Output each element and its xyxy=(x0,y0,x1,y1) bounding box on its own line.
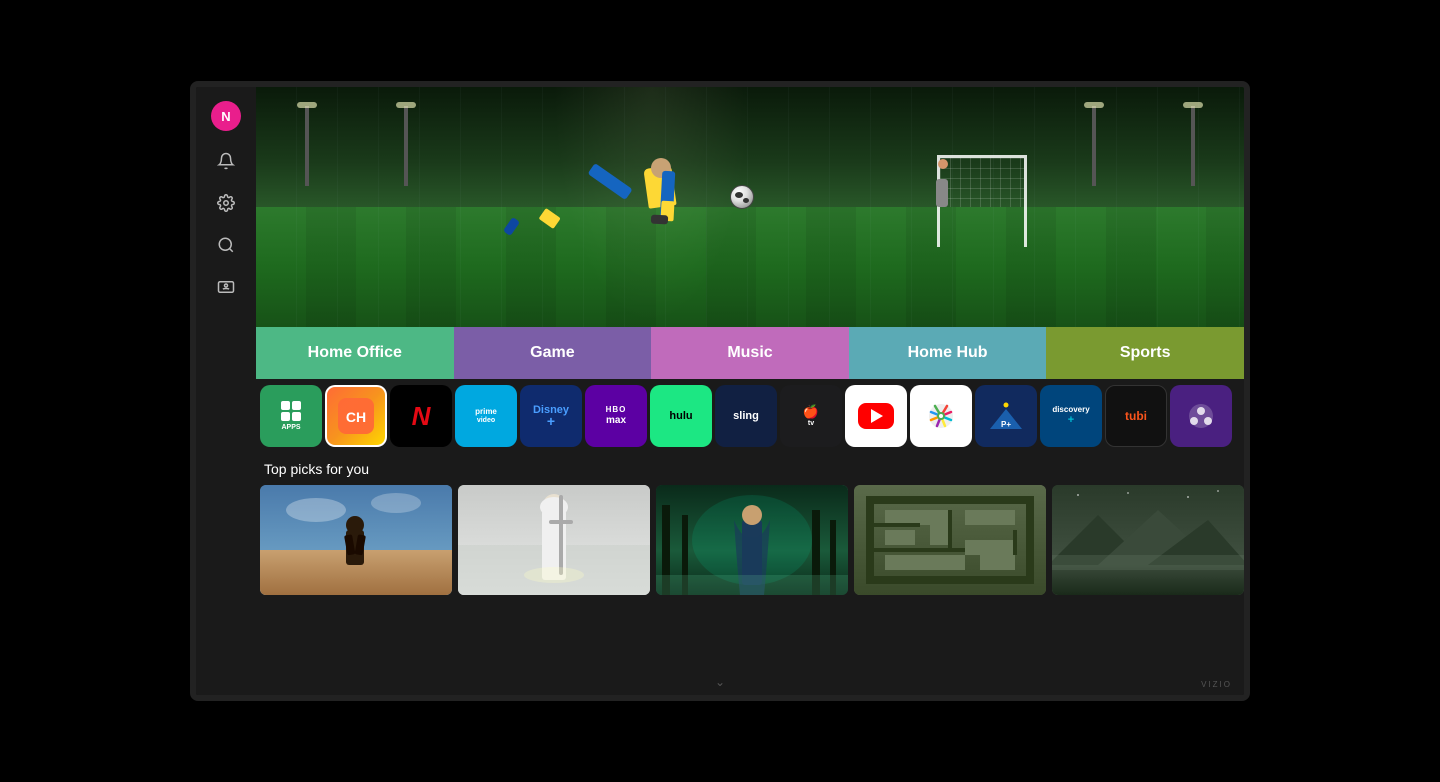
goal-post-left xyxy=(937,207,940,247)
app-tubi[interactable]: tubi xyxy=(1105,385,1167,447)
tab-home-office[interactable]: Home Office xyxy=(256,327,454,379)
gk-body xyxy=(936,179,948,207)
app-prime-video[interactable]: prime video xyxy=(455,385,517,447)
user-avatar[interactable]: N xyxy=(211,101,241,131)
hero-banner xyxy=(256,87,1244,327)
apps-row: APPS CH N prime xyxy=(256,379,1244,453)
app-all-apps[interactable]: APPS xyxy=(260,385,322,447)
stadium-light-4 xyxy=(1092,106,1096,186)
app-discovery-plus[interactable]: discovery + xyxy=(1040,385,1102,447)
app-netflix[interactable]: N xyxy=(390,385,452,447)
top-picks-label: Top picks for you xyxy=(260,461,1244,477)
goal-net xyxy=(940,158,1024,207)
peacock-icon xyxy=(921,396,961,436)
youtube-play-icon xyxy=(858,403,894,429)
goal-frame xyxy=(937,155,1027,207)
top-pick-4[interactable] xyxy=(854,485,1046,595)
extra-app-icon xyxy=(1186,401,1216,431)
ball-visual xyxy=(730,185,754,209)
app-disney-plus[interactable]: Disney + xyxy=(520,385,582,447)
top-pick-3[interactable] xyxy=(656,485,848,595)
top-picks-row xyxy=(260,485,1244,595)
stadium-light-1 xyxy=(305,106,309,186)
tab-music[interactable]: Music xyxy=(651,327,849,379)
id-card-icon[interactable] xyxy=(214,275,238,299)
search-icon[interactable] xyxy=(214,233,238,257)
field-stripes xyxy=(256,207,1244,327)
svg-text:P+: P+ xyxy=(1001,420,1011,429)
category-tabs: Home Office Game Music Home Hub Sports xyxy=(256,327,1244,379)
goalkeeper xyxy=(936,169,948,207)
vizio-logo: VIZIO xyxy=(1201,680,1232,689)
main-content: Home Office Game Music Home Hub Sports xyxy=(256,87,1244,695)
bell-icon[interactable] xyxy=(214,149,238,173)
stadium-light-2 xyxy=(1191,106,1195,186)
app-hulu[interactable]: hulu xyxy=(650,385,712,447)
goal-post-right xyxy=(1024,207,1027,247)
sidebar: N xyxy=(196,87,256,695)
app-sling[interactable]: sling xyxy=(715,385,777,447)
tv-frame: N xyxy=(190,81,1250,701)
app-peacock[interactable] xyxy=(910,385,972,447)
app-youtube[interactable] xyxy=(845,385,907,447)
settings-icon[interactable] xyxy=(214,191,238,215)
app-hbo-max[interactable]: HBO max xyxy=(585,385,647,447)
tab-sports[interactable]: Sports xyxy=(1046,327,1244,379)
tab-game[interactable]: Game xyxy=(454,327,652,379)
bottom-chevron: ⌄ xyxy=(715,675,725,689)
soccer-ball xyxy=(730,185,754,209)
player-boot-standing xyxy=(651,214,668,224)
top-pick-2[interactable] xyxy=(458,485,650,595)
top-pick-1[interactable] xyxy=(260,485,452,595)
svg-text:CH: CH xyxy=(346,409,366,425)
goal xyxy=(937,155,1027,207)
tab-home-hub[interactable]: Home Hub xyxy=(849,327,1047,379)
app-channel[interactable]: CH xyxy=(325,385,387,447)
app-paramount-plus[interactable]: P+ xyxy=(975,385,1037,447)
top-picks-section: Top picks for you xyxy=(256,453,1244,695)
ch-icon: CH xyxy=(327,387,385,445)
app-apple-tv[interactable]: 🍎 tv xyxy=(780,385,842,447)
stadium-light-3 xyxy=(404,106,408,186)
app-extra[interactable] xyxy=(1170,385,1232,447)
top-pick-5[interactable] xyxy=(1052,485,1244,595)
gk-head xyxy=(938,159,948,169)
